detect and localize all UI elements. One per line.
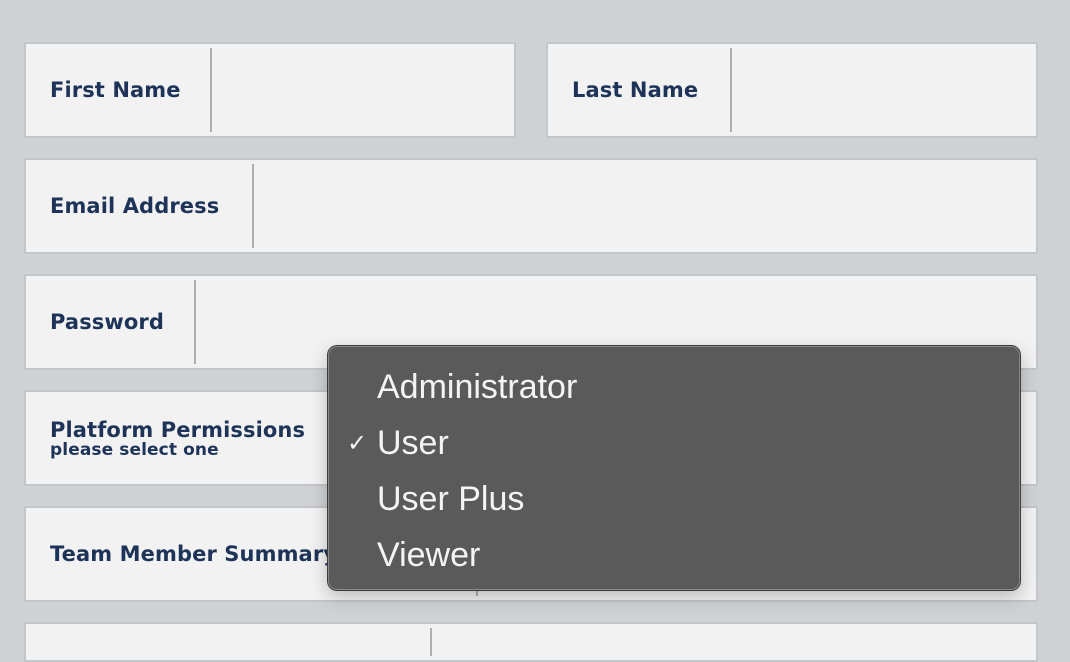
menu-option-administrator[interactable]: Administrator <box>329 359 1019 415</box>
email-field: Email Address <box>24 158 1038 254</box>
menu-option-user[interactable]: ✓ User <box>329 415 1019 471</box>
first-name-input[interactable] <box>214 48 510 132</box>
email-input[interactable] <box>256 164 1032 248</box>
last-name-field: Last Name <box>546 42 1038 138</box>
field-divider <box>194 280 196 364</box>
checkmark-icon: ✓ <box>347 429 368 457</box>
first-name-field: First Name <box>24 42 516 138</box>
platform-permissions-label: Platform Permissions please select one <box>50 418 306 460</box>
field-divider <box>210 48 212 132</box>
field-divider <box>430 628 432 656</box>
permissions-dropdown-menu: Administrator ✓ User User Plus Viewer <box>328 346 1020 590</box>
menu-option-viewer[interactable]: Viewer <box>329 527 1019 583</box>
email-label: Email Address <box>50 194 220 218</box>
password-label: Password <box>50 310 165 334</box>
next-field <box>24 622 1038 662</box>
field-divider <box>252 164 254 248</box>
last-name-label: Last Name <box>572 78 699 102</box>
field-divider <box>730 48 732 132</box>
first-name-label: First Name <box>50 78 181 102</box>
menu-option-user-plus[interactable]: User Plus <box>329 471 1019 527</box>
last-name-input[interactable] <box>734 48 1032 132</box>
platform-permissions-hint: please select one <box>50 440 219 460</box>
team-member-summary-label: Team Member Summary <box>50 542 338 566</box>
